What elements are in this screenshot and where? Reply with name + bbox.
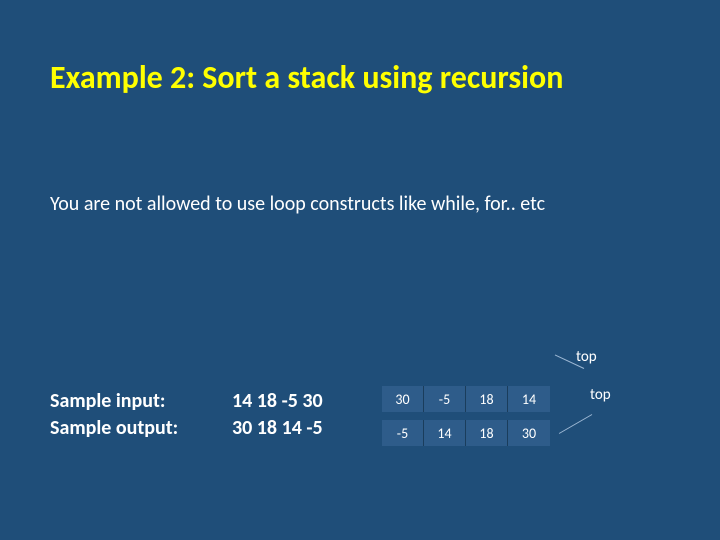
arrow-to-output-top xyxy=(559,414,592,434)
stack-cell: 30 xyxy=(508,420,550,446)
top-label-output: top xyxy=(590,386,611,404)
stack-cell: 14 xyxy=(508,386,550,412)
stack-cell: 18 xyxy=(466,420,508,446)
stack-cell: -5 xyxy=(424,386,466,412)
sample-output-values: 30 18 14 -5 xyxy=(232,415,323,442)
sample-input-values: 14 18 -5 30 xyxy=(232,388,323,415)
sample-labels: Sample input: Sample output: xyxy=(50,388,178,442)
stack-cell: 14 xyxy=(424,420,466,446)
stack-cell: -5 xyxy=(382,420,424,446)
slide-title: Example 2: Sort a stack using recursion xyxy=(50,58,563,97)
stack-cell: 30 xyxy=(382,386,424,412)
sample-input-label: Sample input: xyxy=(50,388,178,415)
stack-diagram: 30 -5 18 14 -5 14 18 30 xyxy=(382,386,550,454)
slide-subtitle: You are not allowed to use loop construc… xyxy=(50,192,545,216)
top-label-input: top xyxy=(576,348,597,366)
input-stack-row: 30 -5 18 14 xyxy=(382,386,550,412)
sample-output-label: Sample output: xyxy=(50,415,178,442)
output-stack-row: -5 14 18 30 xyxy=(382,420,550,446)
sample-values: 14 18 -5 30 30 18 14 -5 xyxy=(232,388,323,442)
stack-cell: 18 xyxy=(466,386,508,412)
